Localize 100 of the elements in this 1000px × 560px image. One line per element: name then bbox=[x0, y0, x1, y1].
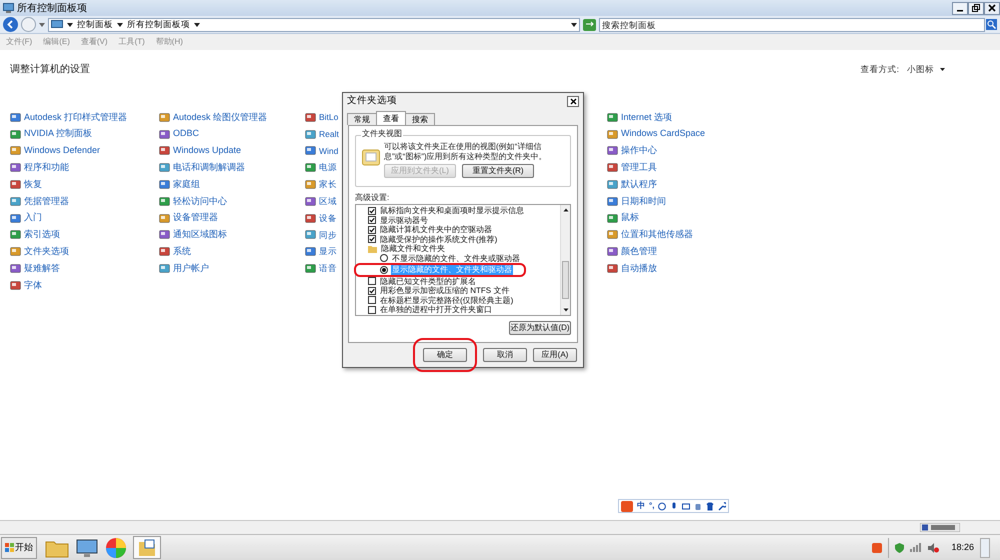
applet-link[interactable]: 鼠标 bbox=[621, 211, 639, 225]
applet-link[interactable]: 语音 bbox=[319, 262, 337, 275]
refresh-button[interactable] bbox=[583, 18, 596, 30]
applet-link[interactable]: 入门 bbox=[24, 211, 42, 225]
language-bar-icon[interactable] bbox=[920, 523, 960, 532]
applet-link[interactable]: 电话和调制解调器 bbox=[173, 161, 245, 175]
applet-icon bbox=[159, 145, 170, 156]
applet-link[interactable]: 家长 bbox=[319, 178, 337, 191]
monitor-icon[interactable] bbox=[75, 538, 99, 558]
applet-link[interactable]: 凭据管理器 bbox=[24, 194, 69, 208]
checkbox[interactable] bbox=[368, 226, 376, 234]
dropdown-arrow-icon bbox=[571, 22, 577, 26]
applet-link[interactable]: 设备 bbox=[319, 212, 337, 225]
applet-link[interactable]: 轻松访问中心 bbox=[173, 194, 227, 208]
smiley-icon[interactable] bbox=[658, 502, 666, 510]
active-task-button[interactable] bbox=[133, 536, 161, 559]
dropdown-arrow-icon bbox=[39, 22, 45, 26]
shirt-icon[interactable] bbox=[706, 502, 714, 510]
close-button[interactable] bbox=[567, 96, 579, 106]
applet-link[interactable]: Autodesk 绘图仪管理器 bbox=[173, 110, 268, 124]
checkbox[interactable] bbox=[368, 277, 376, 286]
back-button[interactable] bbox=[3, 17, 18, 32]
applet-link[interactable]: 文件夹选项 bbox=[24, 245, 69, 259]
applet-link[interactable]: NVIDIA 控制面板 bbox=[24, 127, 92, 141]
applet-link[interactable]: 操作中心 bbox=[621, 144, 657, 158]
applet-link[interactable]: 区域 bbox=[319, 195, 337, 208]
setting-label: 隐藏计算机文件夹中的空驱动器 bbox=[379, 225, 493, 234]
applet-link[interactable]: 显示 bbox=[319, 245, 337, 258]
applet-link[interactable]: 电源 bbox=[319, 161, 337, 174]
address-field[interactable]: 控制面板 所有控制面板项 bbox=[48, 18, 580, 32]
breadcrumb[interactable]: 所有控制面板项 bbox=[127, 18, 190, 31]
applet-link[interactable]: Autodesk 打印样式管理器 bbox=[24, 110, 128, 124]
keyboard-icon[interactable] bbox=[682, 502, 690, 510]
applet-link[interactable]: 用户帐户 bbox=[173, 262, 209, 276]
scrollbar[interactable] bbox=[560, 205, 570, 315]
restore-button[interactable] bbox=[968, 2, 984, 14]
dialog-button[interactable]: 确定 bbox=[423, 348, 467, 362]
applet-link[interactable]: 自动播放 bbox=[621, 262, 657, 276]
applet-link[interactable]: 管理工具 bbox=[621, 161, 657, 175]
dialog-tab[interactable]: 常规 bbox=[347, 113, 377, 125]
clock[interactable]: 18:26 bbox=[951, 540, 974, 554]
applet-link[interactable]: 字体 bbox=[24, 278, 42, 292]
applet-link[interactable]: 颜色管理 bbox=[621, 245, 657, 259]
breadcrumb[interactable]: 控制面板 bbox=[77, 18, 113, 31]
radio-button[interactable] bbox=[380, 266, 388, 274]
applet-icon bbox=[607, 145, 618, 156]
applet-link[interactable]: 疑难解答 bbox=[24, 262, 60, 276]
applet-link[interactable]: 程序和功能 bbox=[24, 161, 69, 175]
applet-link[interactable]: Windows Defender bbox=[24, 144, 100, 158]
applet-link[interactable]: Windows Update bbox=[173, 144, 242, 158]
color-wheel-icon[interactable] bbox=[105, 536, 127, 558]
applet-link[interactable]: BitLo bbox=[319, 111, 338, 124]
radio-button[interactable] bbox=[380, 254, 388, 262]
applet-link[interactable]: 索引选项 bbox=[24, 228, 60, 242]
applet-link[interactable]: 同步 bbox=[319, 228, 337, 242]
ime-toolbar[interactable]: 中 °, bbox=[618, 499, 730, 513]
signal-icon[interactable] bbox=[910, 543, 922, 552]
checkbox[interactable] bbox=[368, 306, 376, 314]
microphone-icon[interactable] bbox=[670, 502, 678, 510]
hand-icon[interactable] bbox=[694, 502, 702, 510]
ime-toggle[interactable]: °, bbox=[649, 500, 654, 512]
applet-link[interactable]: 家庭组 bbox=[173, 178, 200, 192]
dialog-tab[interactable]: 搜索 bbox=[405, 113, 435, 125]
applet-link[interactable]: 设备管理器 bbox=[173, 211, 218, 225]
applet-link[interactable]: 系统 bbox=[173, 245, 191, 259]
dialog-button[interactable]: 取消 bbox=[483, 348, 527, 362]
applet-link[interactable]: Windows CardSpace bbox=[621, 127, 706, 141]
sogou-tray-icon[interactable] bbox=[872, 542, 882, 552]
applet-link[interactable]: Wind bbox=[319, 144, 338, 158]
dialog-button[interactable]: 应用(A) bbox=[533, 348, 577, 362]
muted-speaker-icon[interactable] bbox=[928, 542, 940, 552]
search-field[interactable]: 搜索控制面板 bbox=[599, 18, 985, 32]
checkbox[interactable] bbox=[368, 216, 376, 224]
setting-label: 不显示隐藏的文件、文件夹或驱动器 bbox=[391, 254, 521, 263]
ime-toggle[interactable]: 中 bbox=[637, 500, 645, 512]
search-icon[interactable] bbox=[986, 19, 997, 30]
dialog-button[interactable]: 重置文件夹(R) bbox=[462, 164, 534, 178]
wrench-icon[interactable] bbox=[718, 502, 726, 510]
applet-link[interactable]: 默认程序 bbox=[621, 178, 657, 192]
checkbox[interactable] bbox=[368, 286, 376, 295]
checkbox[interactable] bbox=[368, 296, 376, 304]
view-by-dropdown[interactable]: 小图标 bbox=[907, 63, 945, 76]
setting-label: 隐藏文件和文件夹 bbox=[380, 244, 446, 254]
close-button[interactable] bbox=[984, 2, 1000, 14]
restore-defaults-button[interactable]: 还原为默认值(D) bbox=[509, 321, 571, 335]
dialog-tab[interactable]: 查看 bbox=[376, 111, 406, 125]
checkbox[interactable] bbox=[368, 206, 376, 215]
checkbox[interactable] bbox=[368, 235, 376, 244]
applet-link[interactable]: 日期和时间 bbox=[621, 194, 666, 208]
applet-link[interactable]: 位置和其他传感器 bbox=[621, 228, 693, 242]
minimize-button[interactable] bbox=[952, 2, 968, 14]
shield-icon[interactable] bbox=[895, 542, 904, 552]
scroll-thumb[interactable] bbox=[562, 261, 569, 299]
applet-icon bbox=[607, 246, 618, 258]
applet-link[interactable]: Internet 选项 bbox=[621, 110, 672, 124]
applet-link[interactable]: 通知区域图标 bbox=[173, 228, 227, 242]
start-button[interactable]: 开始 bbox=[1, 536, 37, 558]
applet-link[interactable]: 恢复 bbox=[24, 178, 42, 192]
applet-link[interactable]: Realt bbox=[319, 128, 339, 141]
applet-link[interactable]: ODBC bbox=[173, 127, 200, 141]
